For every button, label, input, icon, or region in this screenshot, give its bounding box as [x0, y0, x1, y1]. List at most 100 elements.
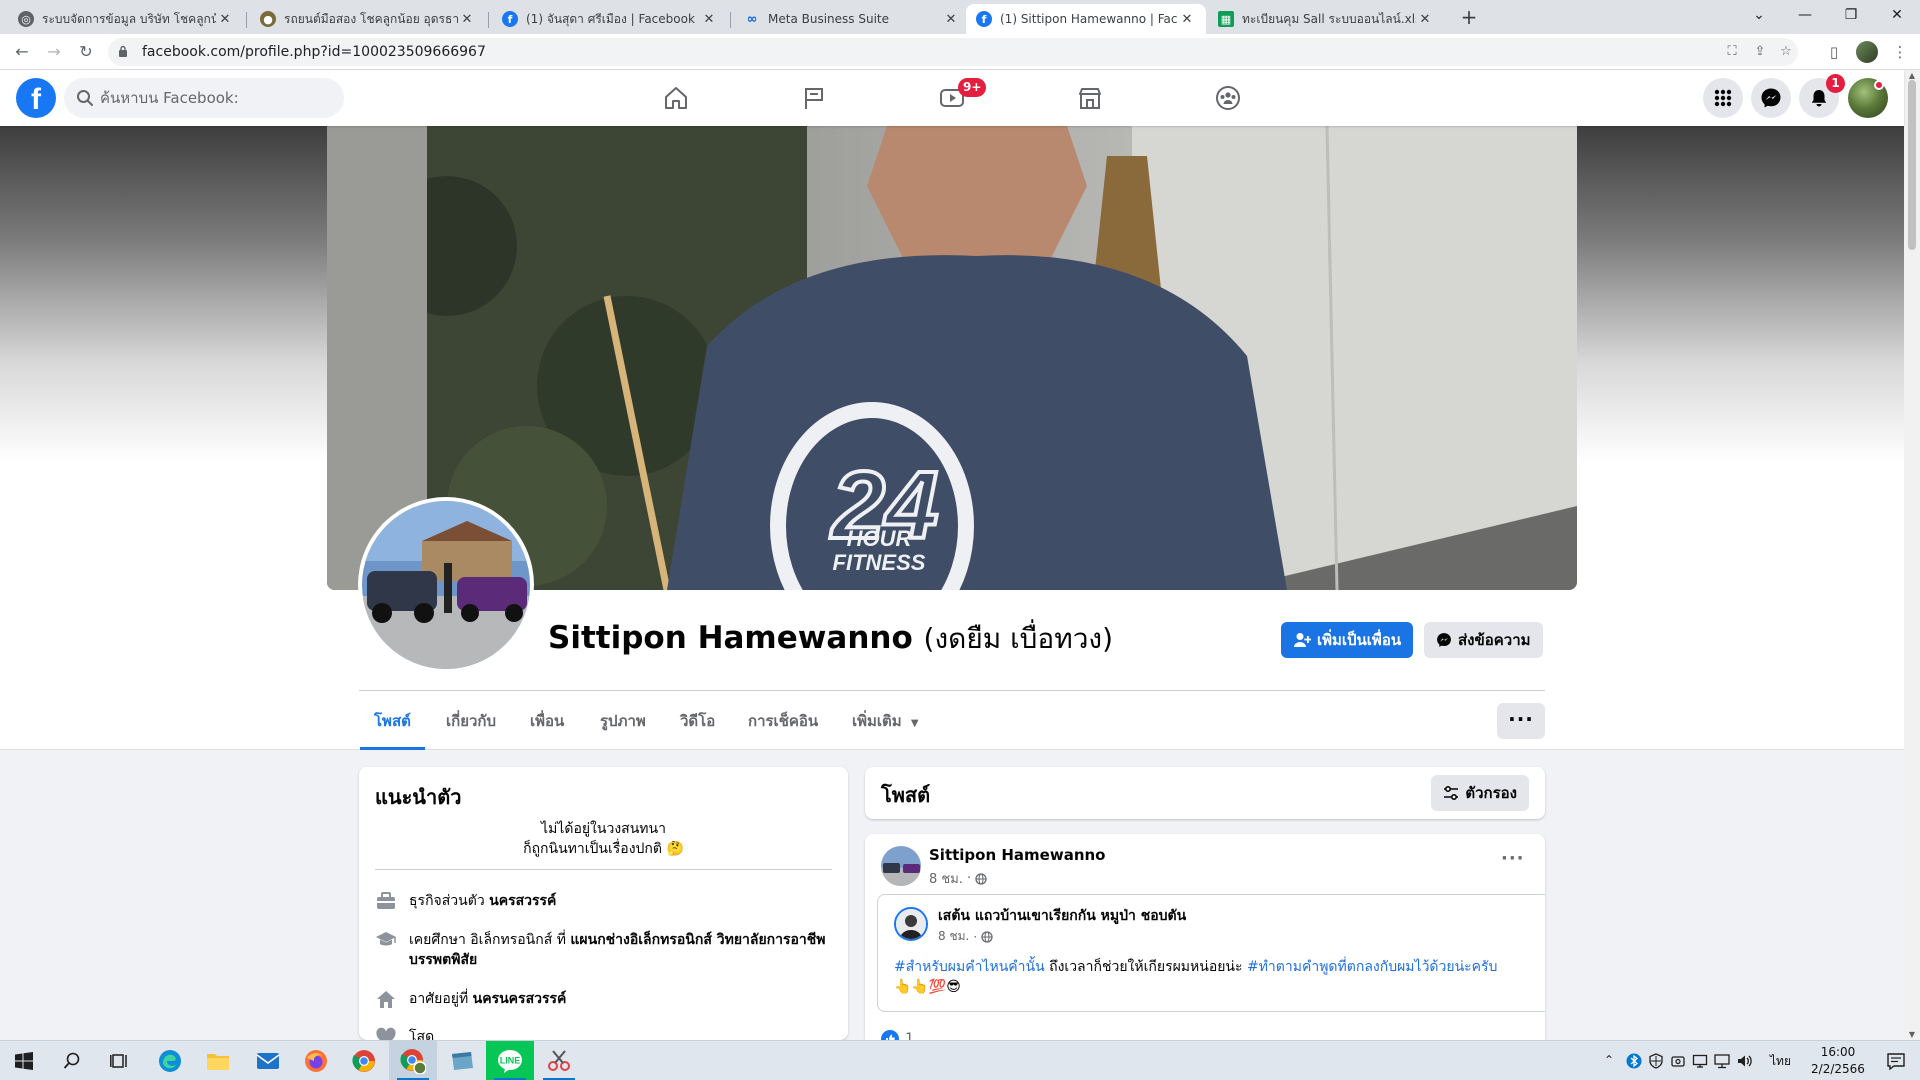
bookmark-star-icon[interactable]: ☆ — [1776, 42, 1796, 62]
tab-videos[interactable]: วิดีโอ — [666, 692, 729, 750]
address-bar[interactable]: facebook.com/profile.php?id=100023509666… — [108, 38, 1798, 66]
mail-icon — [256, 1053, 280, 1069]
side-panel-icon[interactable]: ▯ — [1822, 40, 1846, 64]
tab-label: เพื่อน — [530, 712, 565, 730]
menu-button[interactable] — [1703, 78, 1743, 118]
hashtag-link[interactable]: #สำหรับผมคำไหนคำนั้น — [894, 959, 1045, 975]
forward-icon[interactable]: → — [42, 40, 66, 64]
tab-label: โพสต์ — [374, 712, 411, 730]
search-input[interactable] — [100, 78, 330, 118]
shared-post-text: #สำหรับผมคำไหนคำนั้น ถึงเวลาก็ช่วยให้เกี… — [894, 957, 1534, 997]
minimize-icon[interactable]: — — [1782, 0, 1828, 30]
network-icon[interactable] — [1714, 1053, 1730, 1069]
nav-pages[interactable] — [758, 70, 870, 126]
taskbar-snipping-tool[interactable] — [535, 1041, 583, 1080]
start-button[interactable] — [0, 1041, 48, 1080]
messenger-button[interactable] — [1751, 78, 1791, 118]
flag-icon — [805, 88, 823, 109]
tab-search-icon[interactable]: ⌄ — [1736, 0, 1782, 30]
back-icon[interactable]: ← — [10, 40, 34, 64]
profile-picture[interactable] — [358, 497, 534, 673]
translate-icon[interactable]: ⛶ — [1722, 42, 1742, 62]
nav-groups[interactable] — [1172, 70, 1284, 126]
window-close-icon[interactable]: ✕ — [1874, 0, 1920, 30]
task-view-button[interactable] — [96, 1041, 144, 1080]
tab-title: ทะเบียนคุม Sall ระบบออนไลน์.xlsx - Goo — [1242, 11, 1416, 26]
input-language[interactable]: ไทย — [1770, 1041, 1791, 1080]
close-icon[interactable]: ✕ — [1178, 12, 1196, 27]
nav-marketplace[interactable] — [1034, 70, 1146, 126]
onedrive-icon[interactable] — [1670, 1053, 1686, 1069]
new-tab-button[interactable]: + — [1455, 6, 1483, 30]
post-author-name[interactable]: Sittipon Hamewanno — [929, 846, 1106, 864]
scroll-up-icon[interactable]: ▲ — [1907, 71, 1917, 80]
post-time[interactable]: 8 ชม. — [929, 868, 963, 889]
filter-button[interactable]: ตัวกรอง — [1431, 775, 1529, 811]
intro-work: ธุรกิจส่วนตัว นครสวรรค์ — [375, 891, 832, 911]
tab-friends[interactable]: เพื่อน — [516, 692, 578, 750]
post-reactions[interactable]: 1 — [881, 1030, 914, 1040]
browser-tab[interactable]: ∞ Meta Business Suite ✕ — [734, 4, 970, 34]
scrollbar-thumb[interactable] — [1908, 80, 1916, 250]
restore-icon[interactable]: ❐ — [1828, 0, 1874, 30]
close-icon[interactable]: ✕ — [216, 12, 234, 27]
browser-tab[interactable]: ◎ ระบบจัดการข้อมูล บริษัท โชคลูกน้อย จำก… — [8, 4, 244, 34]
taskbar-mail[interactable] — [244, 1041, 292, 1080]
notification-center-button[interactable] — [1872, 1041, 1920, 1080]
shared-post[interactable]: เสต้น แถวบ้านเขาเรียกกัน หมูป่า ชอบตัน 8… — [877, 894, 1545, 1012]
add-friend-button[interactable]: เพิ่มเป็นเพื่อน — [1281, 622, 1414, 658]
browser-menu-icon[interactable]: ⋮ — [1888, 40, 1912, 64]
shared-author-name[interactable]: เสต้น แถวบ้านเขาเรียกกัน หมูป่า ชอบตัน — [938, 905, 1186, 927]
tab-more[interactable]: เพิ่มเติม ▼ — [838, 692, 933, 750]
taskbar-app[interactable] — [438, 1041, 486, 1080]
windows-logo-icon — [15, 1052, 33, 1070]
security-shield-icon[interactable] — [1648, 1053, 1664, 1069]
hashtag-link[interactable]: #ทำตามคำพูดที่ตกลงกับผมไว้ด้วยน่ะครับ — [1247, 959, 1497, 975]
facebook-header: f 9+ — [0, 70, 1904, 126]
send-message-button[interactable]: ส่งข้อความ — [1424, 622, 1543, 658]
browser-tab-active[interactable]: f (1) Sittipon Hamewanno | Facebook ✕ — [966, 4, 1206, 34]
nav-home[interactable] — [620, 70, 732, 126]
share-icon[interactable]: ⇪ — [1750, 42, 1770, 62]
taskbar-search-button[interactable] — [48, 1041, 96, 1080]
page-scrollbar[interactable]: ▲ ▼ — [1904, 70, 1920, 1040]
clock[interactable]: 16:00 2/2/2566 — [1808, 1044, 1868, 1078]
volume-icon[interactable] — [1736, 1053, 1752, 1069]
facebook-logo-icon[interactable]: f — [16, 78, 56, 118]
browser-tab[interactable]: ● รถยนต์มือสอง โชคลูกน้อย อุดรธานี ✕ — [250, 4, 486, 34]
shared-post-time[interactable]: 8 ชม. — [938, 927, 969, 946]
nav-watch[interactable]: 9+ — [896, 70, 1008, 126]
taskbar-edge[interactable] — [146, 1041, 194, 1080]
tab-posts[interactable]: โพสต์ — [360, 692, 425, 750]
post-options-button[interactable]: ··· — [1501, 848, 1525, 869]
post-body-text: ถึงเวลาก็ช่วยให้เกียรผมหน่อยน่ะ — [1044, 959, 1247, 975]
briefcase-icon — [377, 892, 395, 909]
scroll-down-icon[interactable]: ▼ — [1907, 1030, 1917, 1039]
shared-author-avatar[interactable] — [894, 907, 928, 941]
close-icon[interactable]: ✕ — [942, 12, 960, 27]
profile-more-button[interactable]: ··· — [1497, 703, 1545, 739]
close-icon[interactable]: ✕ — [700, 12, 718, 27]
cover-photo[interactable]: 24 HOUR FITNESS — [327, 126, 1577, 590]
taskbar-line[interactable]: LINE — [486, 1041, 534, 1080]
display-icon[interactable] — [1692, 1053, 1708, 1069]
bluetooth-icon[interactable] — [1626, 1053, 1642, 1069]
browser-tab[interactable]: ▦ ทะเบียนคุม Sall ระบบออนไลน์.xlsx - Goo… — [1208, 4, 1444, 34]
post-author-avatar[interactable] — [881, 846, 921, 886]
facebook-search[interactable] — [64, 78, 344, 118]
taskbar-chrome[interactable] — [340, 1041, 388, 1080]
location-place[interactable]: นครนครสวรรค์ — [473, 991, 567, 1007]
reload-icon[interactable]: ↻ — [74, 40, 98, 64]
browser-profile-avatar[interactable] — [1856, 41, 1878, 63]
close-icon[interactable]: ✕ — [1416, 12, 1434, 27]
taskbar-firefox[interactable] — [292, 1041, 340, 1080]
tab-checkins[interactable]: การเช็คอิน — [734, 692, 832, 750]
close-icon[interactable]: ✕ — [458, 12, 476, 27]
tab-photos[interactable]: รูปภาพ — [586, 692, 660, 750]
tray-overflow-icon[interactable]: ⌃ — [1604, 1053, 1620, 1069]
tab-about[interactable]: เกี่ยวกับ — [432, 692, 510, 750]
taskbar-chrome-profile[interactable] — [389, 1041, 437, 1080]
work-place[interactable]: นครสวรรค์ — [489, 893, 556, 909]
browser-tab[interactable]: f (1) จันสุดา ศรีเมือง | Facebook ✕ — [492, 4, 728, 34]
taskbar-file-explorer[interactable] — [194, 1041, 242, 1080]
